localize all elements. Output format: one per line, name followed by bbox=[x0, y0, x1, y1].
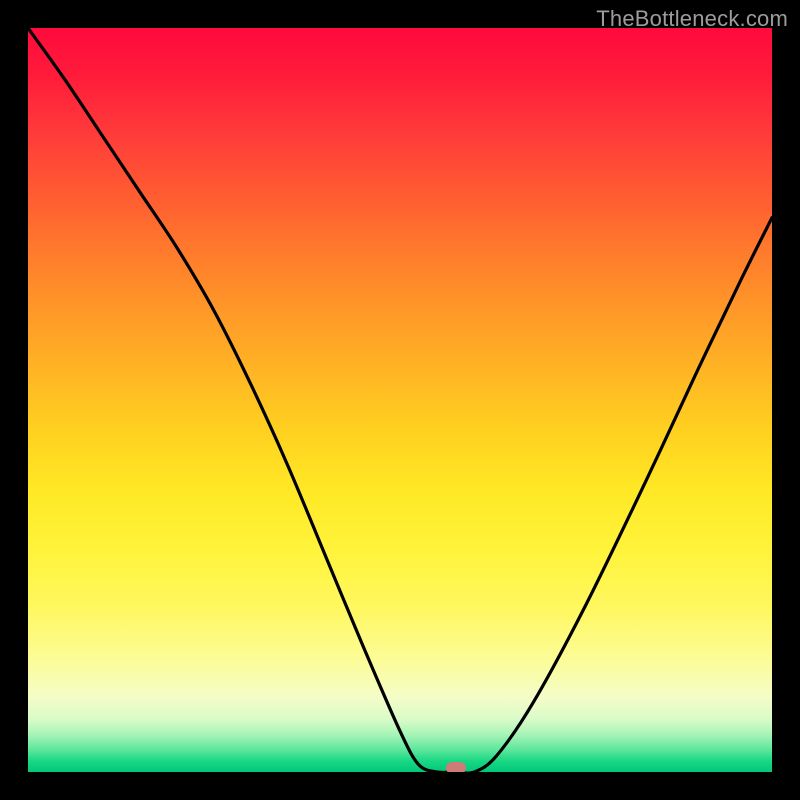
bottleneck-curve bbox=[28, 28, 772, 772]
chart-frame: TheBottleneck.com bbox=[0, 0, 800, 800]
optimal-point-marker bbox=[446, 762, 466, 772]
watermark-text: TheBottleneck.com bbox=[596, 6, 788, 32]
plot-area bbox=[28, 28, 772, 772]
